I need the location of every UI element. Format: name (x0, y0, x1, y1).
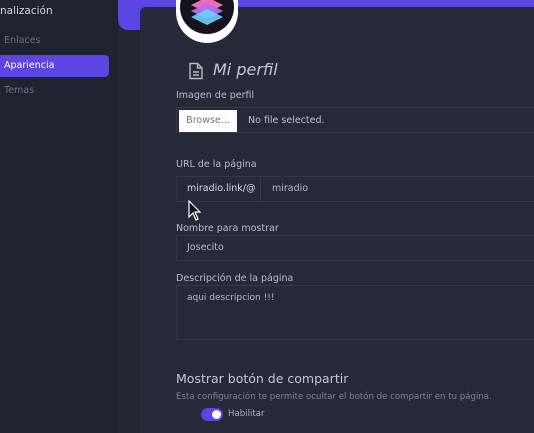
description-textarea[interactable]: aqui descripcion !!! (176, 285, 534, 340)
sidebar-item-enlaces[interactable]: Enlaces (0, 30, 109, 52)
avatar[interactable] (176, 0, 238, 43)
page-title: Mi perfil (213, 60, 278, 79)
page-url-label: URL de la página (176, 159, 257, 170)
profile-image-label: Imagen de perfil (176, 90, 255, 101)
url-input[interactable]: miradio (272, 177, 308, 201)
display-name-input[interactable]: Josecito (176, 235, 534, 261)
layers-logo-icon (180, 0, 234, 34)
description-label: Descripción de la página (176, 273, 294, 284)
file-status: No file selected. (248, 115, 325, 126)
description-value[interactable]: aqui descripcion !!! (187, 293, 274, 303)
sidebar: nalización Enlaces Apariencia Temas (0, 0, 118, 433)
share-button-title: Mostrar botón de compartir (176, 371, 349, 386)
page-icon (188, 62, 204, 84)
main-content: Mi perfil Imagen de perfil Browse... No … (118, 0, 534, 433)
profile-image-input[interactable]: Browse... No file selected. (176, 107, 534, 133)
browse-button[interactable]: Browse... (179, 110, 237, 132)
url-prefix: miradio.link/@ (177, 177, 261, 201)
sidebar-item-temas[interactable]: Temas (0, 80, 109, 102)
toggle-knob (212, 410, 221, 419)
mouse-cursor-icon (188, 200, 202, 221)
sidebar-item-apariencia[interactable]: Apariencia (0, 55, 109, 77)
display-name-label: Nombre para mostrar (176, 223, 279, 234)
display-name-value[interactable]: Josecito (187, 236, 224, 260)
share-button-description: Esta configuración te permite ocultar el… (176, 392, 492, 402)
share-toggle[interactable] (201, 408, 223, 421)
share-toggle-label: Habilitar (228, 409, 265, 419)
sidebar-section-title: nalización (0, 5, 53, 17)
page-url-field[interactable]: miradio.link/@ miradio (176, 176, 534, 202)
